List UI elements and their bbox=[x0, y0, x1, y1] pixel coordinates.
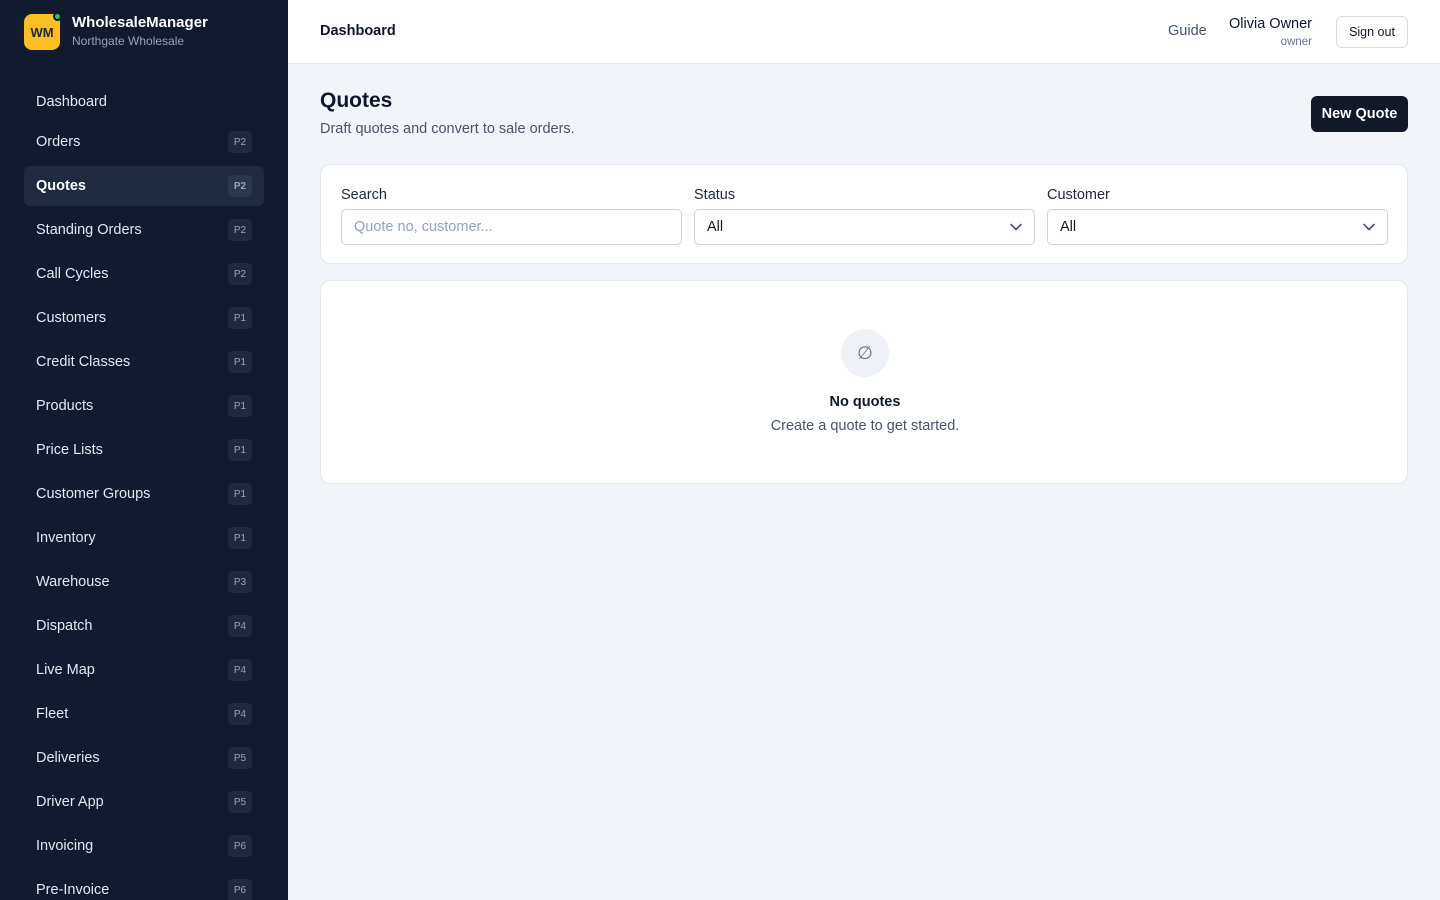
sidebar-item-label: Fleet bbox=[36, 706, 69, 722]
phase-badge: P1 bbox=[228, 527, 252, 549]
status-select-value: All bbox=[707, 219, 724, 235]
sidebar-item-orders[interactable]: Orders P2 bbox=[24, 122, 264, 162]
sidebar: WM WholesaleManager Northgate Wholesale … bbox=[0, 0, 288, 900]
sidebar-item-call-cycles[interactable]: Call Cycles P2 bbox=[24, 254, 264, 294]
phase-badge: P5 bbox=[228, 747, 252, 769]
phase-badge: P4 bbox=[228, 659, 252, 681]
user-role: owner bbox=[1280, 36, 1312, 48]
sidebar-item-credit-classes[interactable]: Credit Classes P1 bbox=[24, 342, 264, 382]
phase-badge: P2 bbox=[228, 131, 252, 153]
sidebar-item-deliveries[interactable]: Deliveries P5 bbox=[24, 738, 264, 778]
customer-select-value: All bbox=[1060, 219, 1077, 235]
sidebar-item-invoicing[interactable]: Invoicing P6 bbox=[24, 826, 264, 866]
user-info: Olivia Owner owner bbox=[1229, 14, 1312, 50]
sidebar-item-label: Standing Orders bbox=[36, 222, 142, 238]
sidebar-item-quotes[interactable]: Quotes P2 bbox=[24, 166, 264, 206]
status-select[interactable]: All bbox=[694, 209, 1035, 245]
sidebar-item-inventory[interactable]: Inventory P1 bbox=[24, 518, 264, 558]
search-field: Search Quote no, customer... bbox=[341, 185, 682, 245]
sidebar-item-warehouse[interactable]: Warehouse P3 bbox=[24, 562, 264, 602]
sidebar-item-label: Credit Classes bbox=[36, 354, 131, 370]
phase-badge: P3 bbox=[228, 571, 252, 593]
brand-name: WholesaleManager bbox=[72, 14, 208, 31]
phase-badge: P1 bbox=[228, 351, 252, 373]
phase-badge: P4 bbox=[228, 703, 252, 725]
filters-card: Search Quote no, customer... Status All … bbox=[320, 164, 1408, 264]
status-field: Status All bbox=[694, 185, 1035, 245]
guide-link[interactable]: Guide bbox=[1168, 23, 1207, 39]
chevron-down-icon bbox=[1363, 223, 1375, 231]
sidebar-item-live-map[interactable]: Live Map P4 bbox=[24, 650, 264, 690]
empty-state-card: ∅ No quotes Create a quote to get starte… bbox=[320, 280, 1408, 484]
sidebar-item-label: Live Map bbox=[36, 662, 95, 678]
page-title: Quotes bbox=[320, 89, 393, 112]
sidebar-nav: Dashboard Orders P2 Quotes P2 Standing O… bbox=[24, 82, 264, 900]
sidebar-item-label: Price Lists bbox=[36, 442, 103, 458]
sidebar-item-label: Call Cycles bbox=[36, 266, 109, 282]
sidebar-item-label: Orders bbox=[36, 134, 81, 150]
sidebar-item-standing-orders[interactable]: Standing Orders P2 bbox=[24, 210, 264, 250]
sidebar-item-customer-groups[interactable]: Customer Groups P1 bbox=[24, 474, 264, 514]
sidebar-item-label: Products bbox=[36, 398, 94, 414]
brand-logo: WM bbox=[24, 12, 62, 50]
sidebar-item-dashboard[interactable]: Dashboard bbox=[24, 82, 264, 122]
status-label: Status bbox=[694, 187, 736, 203]
phase-badge: P2 bbox=[228, 219, 252, 241]
sidebar-item-label: Deliveries bbox=[36, 750, 100, 766]
sidebar-item-label: Driver App bbox=[36, 794, 104, 810]
sidebar-item-fleet[interactable]: Fleet P4 bbox=[24, 694, 264, 734]
phase-badge: P2 bbox=[228, 175, 252, 197]
chevron-down-icon bbox=[1010, 223, 1022, 231]
sidebar-item-label: Quotes bbox=[36, 178, 86, 194]
sidebar-item-label: Invoicing bbox=[36, 838, 94, 854]
phase-badge: P6 bbox=[228, 879, 252, 900]
sidebar-item-price-lists[interactable]: Price Lists P1 bbox=[24, 430, 264, 470]
sidebar-item-label: Pre-Invoice bbox=[36, 882, 110, 898]
user-name: Olivia Owner bbox=[1229, 16, 1312, 32]
brand[interactable]: WM WholesaleManager Northgate Wholesale bbox=[24, 12, 208, 50]
phase-badge: P1 bbox=[228, 395, 252, 417]
customer-select[interactable]: All bbox=[1047, 209, 1388, 245]
phase-badge: P5 bbox=[228, 791, 252, 813]
customer-label: Customer bbox=[1047, 187, 1110, 203]
phase-badge: P1 bbox=[228, 439, 252, 461]
phase-badge: P4 bbox=[228, 615, 252, 637]
sidebar-item-pre-invoice[interactable]: Pre-Invoice P6 bbox=[24, 870, 264, 900]
sidebar-item-label: Warehouse bbox=[36, 574, 110, 590]
breadcrumb[interactable]: Dashboard bbox=[320, 23, 396, 39]
new-quote-button[interactable]: New Quote bbox=[1311, 96, 1408, 132]
sidebar-item-driver-app[interactable]: Driver App P5 bbox=[24, 782, 264, 822]
page-subtitle: Draft quotes and convert to sale orders. bbox=[320, 121, 575, 137]
empty-state-message: Create a quote to get started. bbox=[770, 418, 960, 434]
online-status-dot bbox=[53, 12, 62, 21]
search-input[interactable]: Quote no, customer... bbox=[341, 209, 682, 245]
sidebar-item-products[interactable]: Products P1 bbox=[24, 386, 264, 426]
brand-org: Northgate Wholesale bbox=[72, 34, 185, 48]
search-label: Search bbox=[341, 187, 387, 203]
empty-set-icon: ∅ bbox=[841, 329, 889, 377]
sign-out-button[interactable]: Sign out bbox=[1336, 16, 1408, 48]
phase-badge: P6 bbox=[228, 835, 252, 857]
sidebar-item-label: Customers bbox=[36, 310, 107, 326]
phase-badge: P1 bbox=[228, 483, 252, 505]
brand-logo-text: WM bbox=[30, 24, 54, 40]
sidebar-item-customers[interactable]: Customers P1 bbox=[24, 298, 264, 338]
phase-badge: P1 bbox=[228, 307, 252, 329]
sidebar-item-label: Dashboard bbox=[36, 94, 107, 110]
sidebar-item-label: Customer Groups bbox=[36, 486, 151, 502]
sidebar-item-dispatch[interactable]: Dispatch P4 bbox=[24, 606, 264, 646]
empty-state-title: No quotes bbox=[829, 394, 901, 410]
sidebar-item-label: Dispatch bbox=[36, 618, 93, 634]
top-bar: Dashboard Guide Olivia Owner owner Sign … bbox=[288, 0, 1440, 64]
phase-badge: P2 bbox=[228, 263, 252, 285]
sidebar-item-label: Inventory bbox=[36, 530, 96, 546]
customer-field: Customer All bbox=[1047, 185, 1388, 245]
